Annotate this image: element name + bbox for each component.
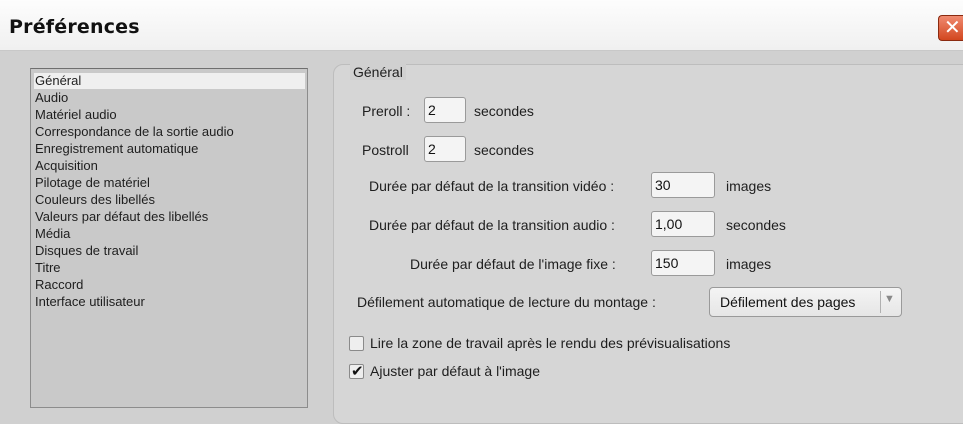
category-item-auto-save[interactable]: Enregistrement automatique — [34, 141, 198, 157]
autoscroll-dropdown[interactable]: Défilement des pages ▼ — [709, 287, 902, 317]
title-bar: Préférences ✕ — [0, 0, 963, 51]
still-image-input[interactable]: 150 — [651, 250, 715, 276]
autoscroll-label: Défilement automatique de lecture du mon… — [357, 294, 656, 310]
category-item-audio-hardware[interactable]: Matériel audio — [34, 107, 117, 123]
category-item-label-defaults[interactable]: Valeurs par défaut des libellés — [34, 209, 208, 225]
dropdown-separator — [880, 291, 881, 313]
postroll-unit: secondes — [474, 142, 534, 158]
category-list[interactable]: Général Audio Matériel audio Corresponda… — [30, 68, 308, 408]
checkmark-icon: ✔ — [351, 362, 364, 380]
category-item-user-interface[interactable]: Interface utilisateur — [34, 294, 145, 310]
still-image-label: Durée par défaut de l'image fixe : — [410, 256, 616, 272]
preroll-label: Preroll : — [362, 103, 411, 119]
play-work-area-label: Lire la zone de travail après le rendu d… — [370, 335, 731, 351]
preroll-unit: secondes — [474, 103, 534, 119]
category-item-trim[interactable]: Raccord — [34, 277, 83, 293]
still-image-unit: images — [726, 256, 772, 272]
play-work-area-checkbox[interactable] — [349, 336, 364, 351]
close-button[interactable]: ✕ — [938, 15, 963, 41]
fit-to-frame-checkbox[interactable]: ✔ — [349, 362, 364, 380]
category-item-label-colors[interactable]: Couleurs des libellés — [34, 192, 155, 208]
category-item-titler[interactable]: Titre — [34, 260, 61, 276]
category-item-media[interactable]: Média — [34, 226, 70, 242]
audio-transition-unit: secondes — [726, 217, 786, 233]
group-title: Général — [350, 64, 406, 80]
postroll-input[interactable]: 2 — [424, 136, 466, 162]
category-item-general[interactable]: Général — [34, 73, 305, 89]
preroll-input[interactable]: 2 — [424, 97, 466, 123]
category-item-device-control[interactable]: Pilotage de matériel — [34, 175, 150, 191]
video-transition-label: Durée par défaut de la transition vidéo … — [369, 178, 615, 194]
video-transition-input[interactable]: 30 — [651, 172, 715, 198]
postroll-label: Postroll — [362, 142, 409, 158]
autoscroll-selected-value: Défilement des pages — [720, 294, 856, 310]
fit-to-frame-label: Ajuster par défaut à l'image — [370, 363, 540, 379]
category-item-scratch-disks[interactable]: Disques de travail — [34, 243, 138, 259]
category-item-audio[interactable]: Audio — [34, 90, 68, 106]
window-title: Préférences — [9, 16, 140, 38]
close-icon: ✕ — [944, 15, 961, 39]
chevron-down-icon[interactable]: ▼ — [884, 293, 895, 305]
audio-transition-label: Durée par défaut de la transition audio … — [369, 217, 615, 233]
category-item-audio-output-mapping[interactable]: Correspondance de la sortie audio — [34, 124, 234, 140]
video-transition-unit: images — [726, 178, 772, 194]
audio-transition-input[interactable]: 1,00 — [651, 211, 715, 237]
category-item-capture[interactable]: Acquisition — [34, 158, 98, 174]
